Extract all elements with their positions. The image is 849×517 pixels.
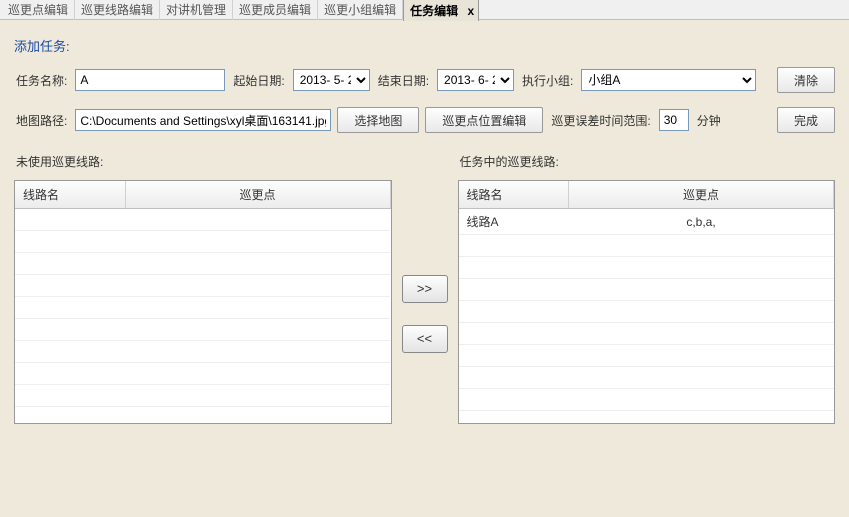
content-area: 添加任务: 任务名称: 起始日期: 2013- 5- 2 结束日期: 2013-… (0, 20, 849, 517)
tab-patrol-group-edit[interactable]: 巡更小组编辑 (318, 0, 403, 20)
table-row[interactable] (459, 345, 834, 367)
table-row[interactable] (15, 231, 390, 253)
table-row[interactable] (459, 367, 834, 389)
label-end-date: 结束日期: (376, 72, 429, 89)
intask-col-points[interactable]: 巡更点 (569, 181, 834, 209)
task-name-input[interactable] (75, 69, 225, 91)
time-range-input[interactable] (659, 109, 689, 131)
table-row[interactable] (15, 297, 390, 319)
remove-route-button[interactable]: << (402, 325, 448, 353)
table-row[interactable] (15, 209, 390, 231)
in-task-routes-table-container[interactable]: 线路名 巡更点 线路A c,b,a, (458, 180, 836, 424)
unused-routes-label: 未使用巡更线路: (14, 153, 392, 170)
label-start-date: 起始日期: (231, 72, 284, 89)
unused-routes-panel: 未使用巡更线路: 线路名 巡更点 (14, 153, 392, 424)
tab-task-edit[interactable]: 任务编辑 x (403, 0, 479, 21)
table-row[interactable] (15, 385, 390, 407)
unused-routes-table-container[interactable]: 线路名 巡更点 (14, 180, 392, 424)
table-row[interactable] (15, 253, 390, 275)
in-task-routes-label: 任务中的巡更线路: (458, 153, 836, 170)
label-task-name: 任务名称: (14, 72, 67, 89)
unused-col-points[interactable]: 巡更点 (125, 181, 390, 209)
lower-area: 未使用巡更线路: 线路名 巡更点 (14, 153, 835, 424)
table-row[interactable] (459, 389, 834, 411)
table-row[interactable]: 线路A c,b,a, (459, 209, 834, 235)
finish-button[interactable]: 完成 (777, 107, 835, 133)
start-date-select[interactable]: 2013- 5- 2 (293, 69, 370, 91)
tab-task-edit-label: 任务编辑 (410, 4, 458, 18)
form-row-1: 任务名称: 起始日期: 2013- 5- 2 结束日期: 2013- 6- 2 … (14, 67, 835, 93)
table-row[interactable] (459, 323, 834, 345)
tab-radio-manage[interactable]: 对讲机管理 (160, 0, 233, 20)
transfer-buttons: >> << (402, 153, 448, 424)
map-path-input[interactable] (75, 109, 331, 131)
choose-map-button[interactable]: 选择地图 (337, 107, 419, 133)
cell-points: c,b,a, (569, 209, 834, 235)
in-task-routes-table: 线路名 巡更点 线路A c,b,a, (459, 181, 835, 411)
label-time-range: 巡更误差时间范围: (549, 112, 650, 129)
form-row-2: 地图路径: 选择地图 巡更点位置编辑 巡更误差时间范围: 分钟 完成 (14, 107, 835, 133)
unused-routes-table: 线路名 巡更点 (15, 181, 391, 407)
intask-col-route[interactable]: 线路名 (459, 181, 569, 209)
table-row[interactable] (459, 235, 834, 257)
add-route-button[interactable]: >> (402, 275, 448, 303)
close-icon[interactable]: x (467, 4, 474, 18)
label-map-path: 地图路径: (14, 112, 67, 129)
edit-points-button[interactable]: 巡更点位置编辑 (425, 107, 543, 133)
table-row[interactable] (15, 341, 390, 363)
label-group: 执行小组: (520, 72, 573, 89)
section-add-task: 添加任务: (14, 36, 835, 55)
unused-col-route[interactable]: 线路名 (15, 181, 125, 209)
table-row[interactable] (459, 257, 834, 279)
tab-bar: 巡更点编辑 巡更线路编辑 对讲机管理 巡更成员编辑 巡更小组编辑 任务编辑 x (0, 0, 849, 20)
cell-route: 线路A (459, 209, 569, 235)
label-minutes: 分钟 (695, 112, 721, 129)
clear-button[interactable]: 清除 (777, 67, 835, 93)
in-task-routes-panel: 任务中的巡更线路: 线路名 巡更点 线路A c,b,a, (458, 153, 836, 424)
tab-patrol-member-edit[interactable]: 巡更成员编辑 (233, 0, 318, 20)
tab-patrol-point-edit[interactable]: 巡更点编辑 (2, 0, 75, 20)
table-row[interactable] (459, 279, 834, 301)
table-row[interactable] (459, 301, 834, 323)
group-select[interactable]: 小组A (581, 69, 756, 91)
table-row[interactable] (15, 275, 390, 297)
table-row[interactable] (15, 319, 390, 341)
table-row[interactable] (15, 363, 390, 385)
tab-patrol-route-edit[interactable]: 巡更线路编辑 (75, 0, 160, 20)
end-date-select[interactable]: 2013- 6- 2 (437, 69, 514, 91)
